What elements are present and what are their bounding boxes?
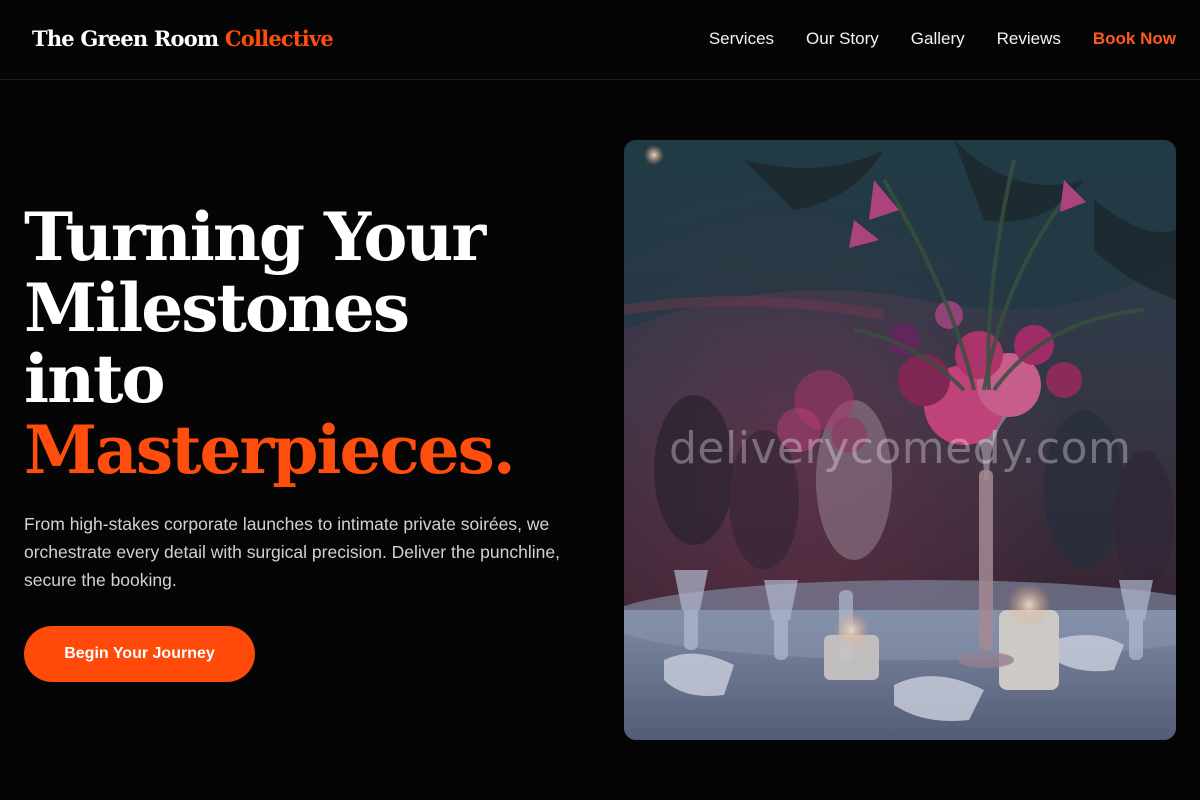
brand-name: The Green Room <box>32 26 219 51</box>
brand-logo[interactable]: The Green Room Collective <box>32 26 334 51</box>
hero-title: Turning Your Milestones into Masterpiece… <box>24 202 614 486</box>
nav-link-our-story[interactable]: Our Story <box>806 29 879 49</box>
hero-title-accent: Masterpieces. <box>24 411 516 489</box>
hero-title-line-3: into <box>24 340 166 418</box>
begin-journey-button[interactable]: Begin Your Journey <box>24 626 255 682</box>
brand-name-accent: Collective <box>224 26 334 51</box>
site-header: The Green Room Collective Services Our S… <box>0 0 1200 80</box>
hero-description: From high-stakes corporate launches to i… <box>24 514 560 590</box>
nav-book-now-link[interactable]: Book Now <box>1093 29 1176 49</box>
nav-link-reviews[interactable]: Reviews <box>997 29 1061 49</box>
main-nav: Services Our Story Gallery Reviews Book … <box>709 29 1176 49</box>
image-watermark: deliverycomedy.com <box>669 423 1132 474</box>
hero-title-line-1: Turning Your <box>24 198 486 276</box>
hero-event-photo: deliverycomedy.com <box>624 140 1176 740</box>
hero-title-line-2: Milestones <box>24 269 410 347</box>
nav-link-services[interactable]: Services <box>709 29 774 49</box>
nav-link-gallery[interactable]: Gallery <box>911 29 965 49</box>
